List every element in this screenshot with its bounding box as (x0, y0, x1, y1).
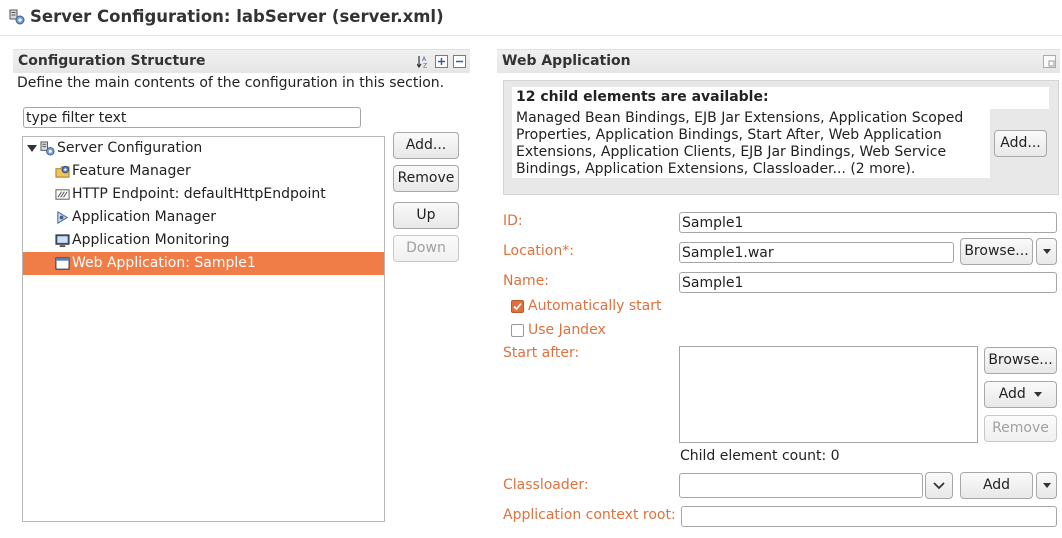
configuration-tree[interactable]: Server Configuration Feature Manager HTT… (22, 136, 385, 522)
child-elements-list: Managed Bean Bindings, EJB Jar Extension… (512, 109, 990, 178)
web-application-section: Web Application (497, 49, 1060, 73)
context-root-field[interactable] (681, 506, 1057, 527)
start-after-list[interactable] (679, 346, 978, 443)
tree-item-label: Application Monitoring (72, 232, 230, 248)
location-field[interactable] (679, 242, 954, 263)
expand-all-icon[interactable] (435, 55, 448, 68)
server-config-icon (40, 141, 55, 156)
start-after-remove-button[interactable]: Remove (984, 415, 1057, 442)
tree-item-http-endpoint[interactable]: HTTP Endpoint: defaultHttpEndpoint (23, 183, 384, 206)
caret-down-icon (1043, 483, 1051, 488)
classloader-dropdown-button[interactable] (925, 472, 953, 499)
remove-element-button[interactable]: Remove (393, 165, 459, 192)
tree-expanded-icon[interactable] (27, 143, 37, 153)
start-after-add-label: Add (998, 386, 1026, 402)
svg-text:Z: Z (423, 63, 427, 69)
location-label: Location*: (503, 243, 574, 259)
section-title: Web Application (502, 53, 631, 69)
configuration-structure-section: Configuration Structure A Z (13, 49, 470, 73)
tree-item-label: Web Application: Sample1 (72, 255, 256, 271)
child-elements-heading: 12 child elements are available: (512, 87, 1049, 109)
feature-manager-icon (55, 165, 70, 178)
context-root-label: Application context root: (503, 507, 676, 523)
use-jandex-checkbox[interactable] (511, 324, 524, 337)
tree-item-label: Feature Manager (72, 163, 191, 179)
classloader-add-dropdown-button[interactable] (1036, 472, 1057, 499)
auto-start-label[interactable]: Automatically start (528, 298, 662, 314)
name-label: Name: (503, 273, 550, 289)
checkmark-icon (513, 302, 522, 311)
web-app-icon (55, 257, 70, 270)
sort-az-icon[interactable]: A Z (417, 55, 430, 68)
application-manager-icon (57, 211, 69, 224)
use-jandex-label[interactable]: Use Jandex (528, 322, 606, 338)
classloader-label: Classloader: (503, 477, 589, 493)
start-after-label: Start after: (503, 345, 580, 361)
section-description: Define the main contents of the configur… (17, 75, 445, 91)
tree-item-server-configuration[interactable]: Server Configuration (23, 137, 384, 160)
tree-item-label: Application Manager (72, 209, 217, 225)
caret-down-icon (1043, 249, 1051, 254)
restore-icon[interactable] (1043, 55, 1056, 68)
add-child-button[interactable]: Add... (994, 130, 1047, 157)
chevron-down-icon (933, 482, 945, 490)
start-after-add-button[interactable]: Add (984, 381, 1057, 408)
move-up-button[interactable]: Up (393, 202, 459, 229)
classloader-field[interactable] (679, 473, 923, 498)
move-down-button[interactable]: Down (393, 235, 459, 262)
browse-location-button[interactable]: Browse... (960, 238, 1033, 265)
caret-down-icon (1034, 391, 1043, 397)
monitor-icon (55, 234, 70, 248)
collapse-all-icon[interactable] (453, 55, 466, 68)
tree-item-feature-manager[interactable]: Feature Manager (23, 160, 384, 183)
classloader-add-button[interactable]: Add (960, 472, 1033, 499)
id-label: ID: (503, 213, 523, 229)
id-field[interactable] (679, 212, 1057, 233)
editor-header: Server Configuration: labServer (server.… (0, 0, 1062, 36)
tree-item-application-monitoring[interactable]: Application Monitoring (23, 229, 384, 252)
start-after-browse-button[interactable]: Browse... (984, 347, 1057, 374)
location-dropdown-button[interactable] (1036, 238, 1057, 265)
tree-item-label: Server Configuration (57, 140, 203, 156)
http-endpoint-icon (55, 189, 70, 200)
tree-item-application-manager[interactable]: Application Manager (23, 206, 384, 229)
server-config-icon (9, 9, 25, 25)
filter-input[interactable] (23, 107, 361, 128)
auto-start-checkbox[interactable] (511, 300, 524, 313)
section-title: Configuration Structure (18, 53, 206, 69)
page-title: Server Configuration: labServer (server.… (30, 7, 444, 26)
child-element-count: Child element count: 0 (680, 448, 840, 464)
tree-item-label: HTTP Endpoint: defaultHttpEndpoint (72, 186, 326, 202)
child-elements-panel: 12 child elements are available: Managed… (503, 80, 1059, 195)
tree-item-web-application[interactable]: Web Application: Sample1 (23, 252, 384, 275)
name-field[interactable] (679, 272, 1057, 293)
add-element-button[interactable]: Add... (393, 132, 459, 159)
